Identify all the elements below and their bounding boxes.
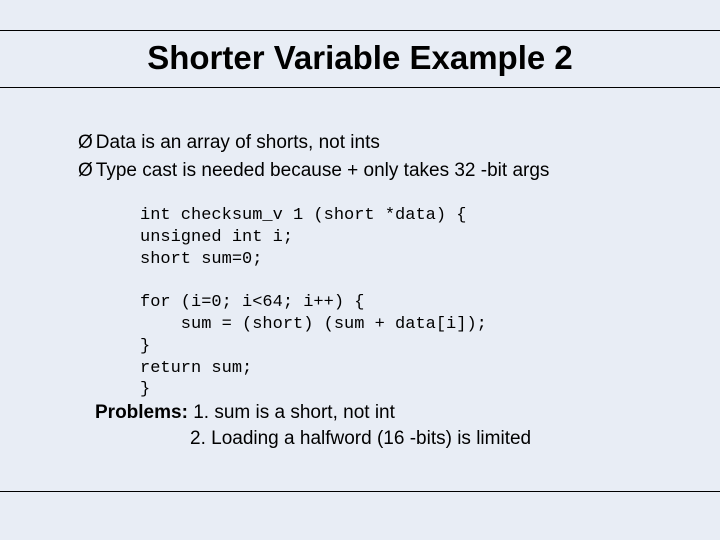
slide: Shorter Variable Example 2 Ø Data is an … [0,0,720,540]
content-area: Ø Data is an array of shorts, not ints Ø… [78,130,660,401]
slide-title: Shorter Variable Example 2 [0,39,720,77]
bullet-text: Type cast is needed because + only takes… [96,158,660,184]
bottom-rule [0,491,720,492]
problems-label: Problems: [95,402,188,423]
problems-text-1: 1. sum is a short, not int [188,402,395,423]
title-band: Shorter Variable Example 2 [0,30,720,88]
bullet-arrow-icon: Ø [78,158,93,184]
bullet-item: Ø Data is an array of shorts, not ints [78,130,660,156]
bullet-arrow-icon: Ø [78,130,93,156]
bullet-text: Data is an array of shorts, not ints [96,130,660,156]
problems-section: Problems: 1. sum is a short, not int 2. … [95,400,531,451]
problems-line-1: Problems: 1. sum is a short, not int [95,400,531,426]
problems-line-2: 2. Loading a halfword (16 -bits) is limi… [190,426,531,452]
bullet-item: Ø Type cast is needed because + only tak… [78,158,660,184]
code-block: int checksum_v 1 (short *data) { unsigne… [140,205,660,401]
